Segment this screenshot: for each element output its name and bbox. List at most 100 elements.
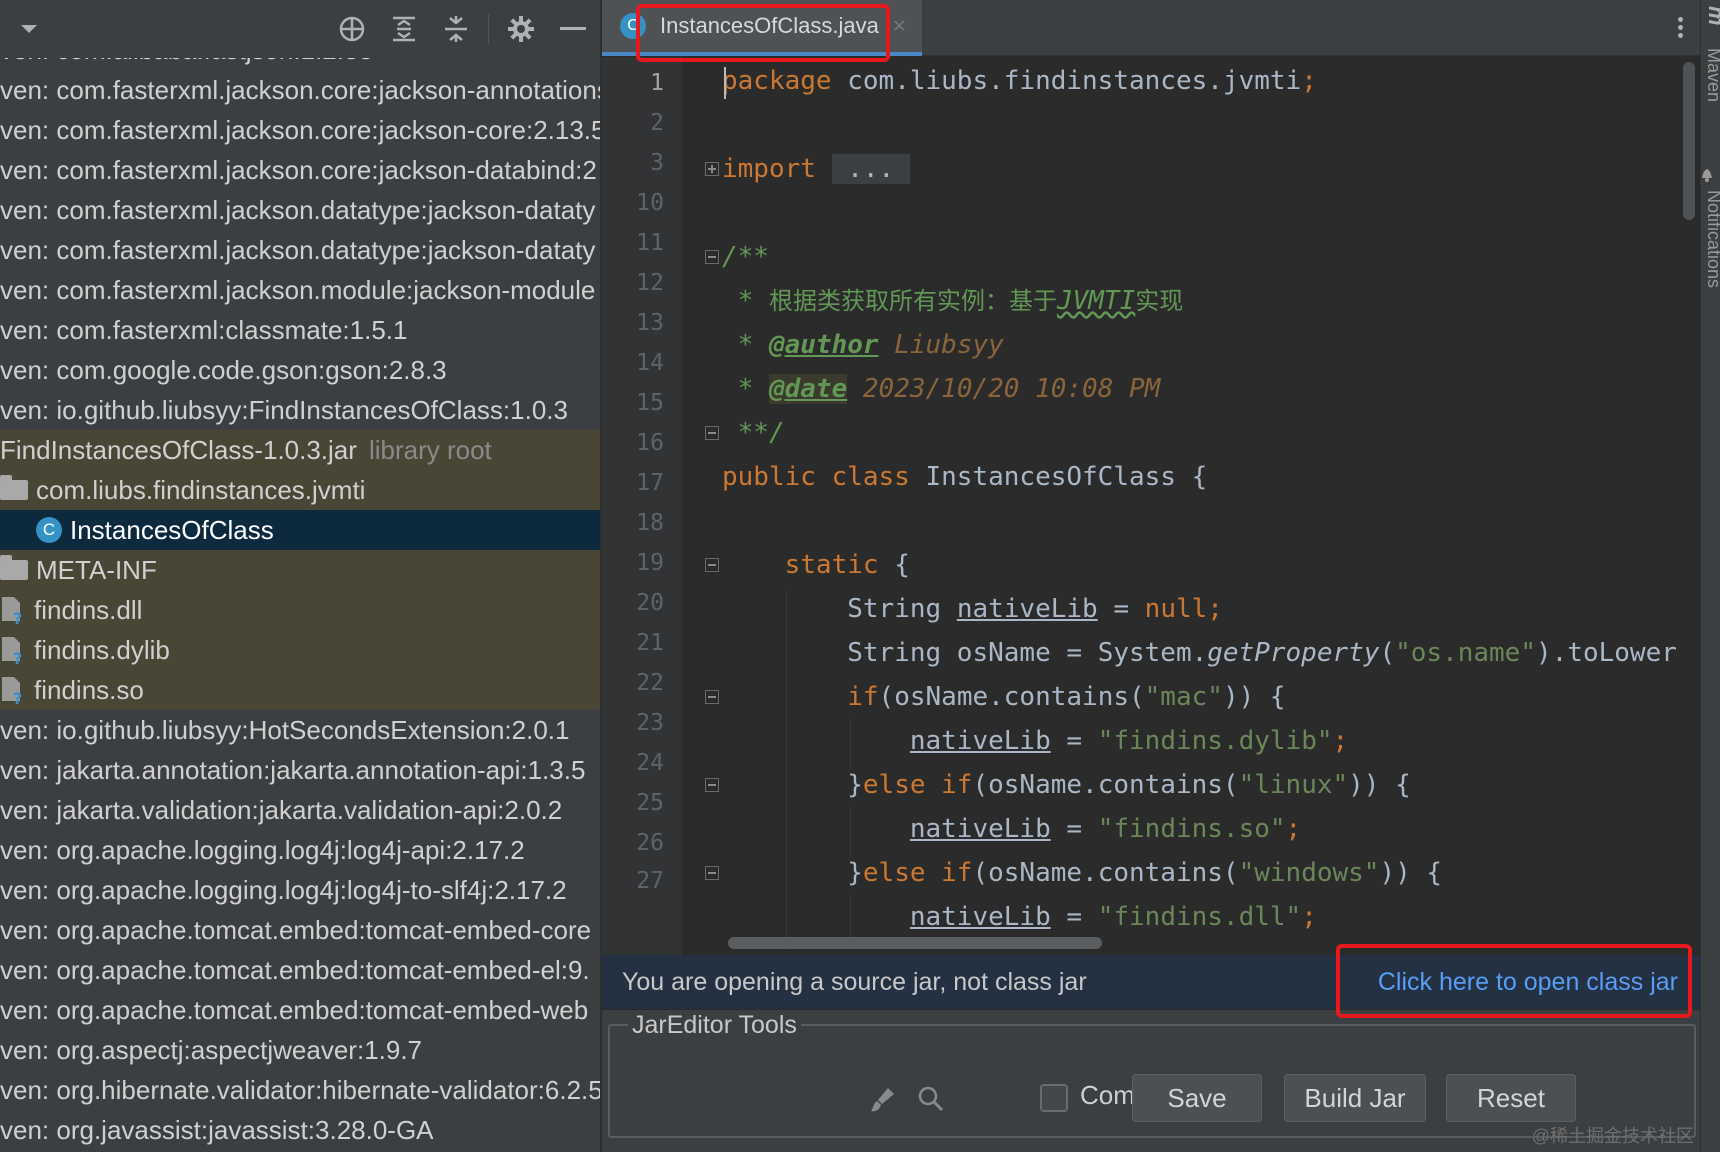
code-line-1: package com.liubs.findinstances.jvmti;: [722, 66, 1317, 96]
library-item[interactable]: ven: org.apache.tomcat.embed:tomcat-embe…: [0, 950, 600, 990]
line-number: 19: [636, 550, 664, 576]
library-item[interactable]: ven: com.google.code.gson:gson:2.8.3: [0, 350, 600, 390]
tree-item-label: ven: org.apache.tomcat.embed:tomcat-embe…: [0, 995, 589, 1025]
line-number: 11: [636, 230, 664, 256]
folded-imports[interactable]: ...: [831, 154, 910, 184]
line-number: 27: [636, 868, 664, 894]
library-item[interactable]: ven: org.apache.logging.log4j:log4j-to-s…: [0, 870, 600, 910]
vertical-scrollbar[interactable]: [1683, 62, 1695, 220]
library-item[interactable]: ven: io.github.liubsyy:HotSecondsExtensi…: [0, 710, 600, 750]
chevron-down-icon[interactable]: [14, 14, 44, 44]
tree-item-label: findins.dylib: [34, 635, 170, 665]
fold-collapse-icon[interactable]: [705, 558, 719, 572]
save-button[interactable]: Save: [1132, 1074, 1262, 1122]
tab-title: InstancesOfClass.java: [660, 13, 879, 38]
editor-tab-bar: C InstancesOfClass.java ×: [602, 0, 1700, 56]
library-item[interactable]: ven: jakarta.validation:jakarta.validati…: [0, 790, 600, 830]
library-item[interactable]: ven: io.github.liubsyy:FindInstancesOfCl…: [0, 390, 600, 430]
brush-icon[interactable]: [868, 1084, 898, 1114]
svg-text:?: ?: [13, 649, 22, 665]
code-line-20: String osName = System.getProperty("os.n…: [847, 638, 1677, 668]
code-line-21: if(osName.contains("mac")) {: [847, 682, 1286, 712]
line-number: 10: [636, 190, 664, 216]
fold-collapse-icon[interactable]: [705, 250, 719, 264]
reset-button[interactable]: Reset: [1446, 1074, 1576, 1122]
bell-icon[interactable]: [1702, 166, 1717, 182]
fold-collapse-icon[interactable]: [705, 426, 719, 440]
line-number: 21: [636, 630, 664, 656]
open-class-jar-link[interactable]: Click here to open class jar: [1378, 955, 1678, 1009]
tree-item-label: ven: io.github.liubsyy:HotSecondsExtensi…: [0, 715, 570, 745]
fold-expand-icon[interactable]: [705, 162, 719, 176]
library-item[interactable]: ven: com.fasterxml.jackson.datatype:jack…: [0, 190, 600, 230]
tree-item-label: ven: org.apache.logging.log4j:log4j-api:…: [0, 835, 525, 865]
tools-title: JarEditor Tools: [628, 1010, 801, 1040]
library-item[interactable]: ven: com.fasterxml:classmate:1.5.1: [0, 310, 600, 350]
close-icon[interactable]: ×: [893, 13, 906, 39]
source-jar-banner: You are opening a source jar, not class …: [602, 955, 1700, 1009]
class-icon: C: [620, 13, 646, 39]
fold-collapse-icon[interactable]: [705, 866, 719, 880]
library-item[interactable]: ven: org.javassist:javassist:3.28.0-GA: [0, 1110, 600, 1150]
right-tool-strip: m Maven Notifications: [1700, 0, 1720, 1152]
svg-text:?: ?: [13, 609, 22, 625]
text-caret: [724, 67, 726, 99]
tree-item-label: ven: org.apache.tomcat.embed:tomcat-embe…: [0, 915, 592, 945]
line-number: 16: [636, 430, 664, 456]
maven-tool-button[interactable]: Maven: [1703, 48, 1720, 102]
search-icon[interactable]: [916, 1084, 946, 1114]
line-number: 18: [636, 510, 664, 536]
compile-checkbox[interactable]: [1040, 1084, 1068, 1112]
library-item[interactable]: ven: jakarta.annotation:jakarta.annotati…: [0, 750, 600, 790]
expand-all-icon[interactable]: [389, 14, 419, 44]
watermark: @稀土掘金技术社区: [1531, 1126, 1694, 1146]
minimize-icon[interactable]: [558, 14, 588, 44]
notifications-tool-button[interactable]: Notifications: [1703, 190, 1720, 288]
tree-item-label: ven: jakarta.validation:jakarta.validati…: [0, 795, 563, 825]
library-item[interactable]: ven: com.fasterxml.jackson.core:jackson-…: [0, 110, 600, 150]
library-item[interactable]: ven: org.apache.logging.log4j:log4j-api:…: [0, 830, 600, 870]
tree-item-label: ven: io.github.liubsyy:FindInstancesOfCl…: [0, 395, 568, 425]
unknown-item[interactable]: ? findins.dll: [0, 590, 600, 630]
svg-text:?: ?: [13, 689, 22, 705]
library-item[interactable]: ven: org.hibernate.validator:hibernate-v…: [0, 1070, 600, 1110]
folder-item[interactable]: com.liubs.findinstances.jvmti: [0, 470, 600, 510]
line-number: 14: [636, 350, 664, 376]
build-jar-button[interactable]: Build Jar: [1284, 1074, 1426, 1122]
library-item[interactable]: ven: com.fasterxml.jackson.datatype:jack…: [0, 230, 600, 270]
library-item[interactable]: ven: org.aspectj:aspectjweaver:1.9.7: [0, 1030, 600, 1070]
library-item[interactable]: ven: com.fasterxml.jackson.core:jackson-…: [0, 70, 600, 110]
horizontal-scrollbar[interactable]: [728, 937, 1102, 949]
tree-item-label: ven: org.apache.tomcat.embed:tomcat-embe…: [0, 955, 590, 985]
tools-group-frame: JarEditor Tools Compile Save Build Jar R…: [608, 1010, 1696, 1138]
code-line-13: * @author Liubsyy: [722, 330, 1004, 360]
tree-item-label: ven: org.aspectj:aspectjweaver:1.9.7: [0, 1035, 423, 1065]
folder-item[interactable]: META-INF: [0, 550, 600, 590]
library-item[interactable]: ven: org.apache.tomcat.embed:tomcat-embe…: [0, 990, 600, 1030]
gear-icon[interactable]: [506, 14, 536, 44]
line-number: 12: [636, 270, 664, 296]
fold-collapse-icon[interactable]: [705, 690, 719, 704]
tab-instances-of-class[interactable]: C InstancesOfClass.java ×: [602, 0, 922, 56]
jar-item[interactable]: FindInstancesOfClass-1.0.3.jar library ro…: [0, 430, 600, 470]
code-line-16: public class InstancesOfClass {: [722, 462, 1208, 492]
fold-collapse-icon[interactable]: [705, 778, 719, 792]
code-line-3: import ...: [722, 154, 910, 184]
unknown-item[interactable]: ? findins.so: [0, 670, 600, 710]
collapse-all-icon[interactable]: [441, 14, 471, 44]
fold-column: [682, 57, 722, 957]
library-item[interactable]: ven: com.fasterxml.jackson.core:jackson-…: [0, 150, 600, 190]
class-item[interactable]: C InstancesOfClass: [0, 510, 600, 550]
tree-item-label: ven: com.fasterxml.jackson.datatype:jack…: [0, 195, 596, 225]
folder-icon: [0, 475, 28, 501]
unknown-item[interactable]: ? findins.dylib: [0, 630, 600, 670]
project-toolbar: [0, 0, 600, 58]
more-vertical-icon[interactable]: [1674, 14, 1686, 44]
library-item[interactable]: ven: org.apache.tomcat.embed:tomcat-embe…: [0, 910, 600, 950]
line-number: 24: [636, 750, 664, 776]
unknown-file-icon: ?: [0, 635, 26, 668]
code-line-15: **/: [722, 418, 785, 448]
tree-item-label: FindInstancesOfClass-1.0.3.jar: [0, 435, 357, 465]
library-item[interactable]: ven: com.fasterxml.jackson.module:jackso…: [0, 270, 600, 310]
target-icon[interactable]: [337, 14, 367, 44]
